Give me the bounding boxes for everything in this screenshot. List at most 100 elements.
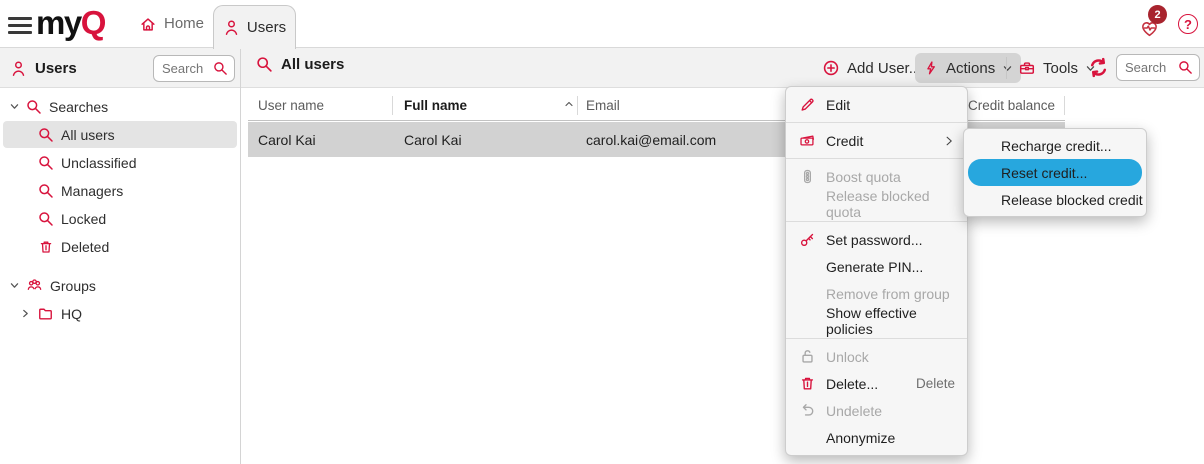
column-separator <box>392 96 393 115</box>
sidebar-item-hq[interactable]: HQ <box>0 300 240 327</box>
menu-item-label: Release blocked quota <box>826 188 955 220</box>
search-icon[interactable] <box>1178 60 1193 75</box>
quota-icon <box>799 168 816 185</box>
page-title: All users <box>281 56 344 73</box>
search-icon[interactable] <box>213 61 228 76</box>
logo-text-my: my <box>36 4 81 41</box>
menu-item-set-password[interactable]: Set password... <box>786 226 967 253</box>
sidebar-item-deleted[interactable]: Deleted <box>0 233 240 260</box>
cell-user-name: Carol Kai <box>258 122 316 157</box>
cash-icon <box>799 132 816 149</box>
menu-item-label: Unlock <box>826 349 955 365</box>
search-icon <box>38 183 54 199</box>
folder-icon <box>37 305 54 322</box>
search-icon <box>38 211 54 227</box>
myq-logo[interactable]: myQ <box>36 4 105 42</box>
menu-item-label: Remove from group <box>826 286 955 302</box>
submenu-item-label: Reset credit... <box>1001 165 1087 181</box>
menu-item-label: Undelete <box>826 403 955 419</box>
menu-item-label: Set password... <box>826 232 955 248</box>
menu-item-generate-pin[interactable]: Generate PIN... <box>786 253 967 280</box>
user-icon <box>223 19 240 36</box>
toolbox-icon <box>1018 59 1036 77</box>
refresh-icon[interactable] <box>1088 57 1109 78</box>
menu-item-release-blocked-quota: Release blocked quota <box>786 190 967 217</box>
sidebar-section-groups[interactable]: Groups <box>0 272 240 299</box>
sidebar-section-searches[interactable]: Searches <box>0 93 240 120</box>
submenu-item-label: Release blocked credit <box>1001 192 1143 208</box>
home-icon <box>139 15 157 33</box>
menu-item-show-effective-policies[interactable]: Show effective policies <box>786 307 967 334</box>
actions-context-menu: Edit Credit Boost quota Release blocked … <box>785 86 968 456</box>
column-separator <box>1064 96 1065 115</box>
cell-full-name: Carol Kai <box>404 122 462 157</box>
key-icon <box>799 231 816 248</box>
trash-icon <box>799 375 816 392</box>
sort-ascending-icon <box>563 98 575 110</box>
menu-separator <box>786 122 967 123</box>
column-header-credit-balance[interactable]: Credit balance <box>968 90 1055 121</box>
submenu-item-reset-credit[interactable]: Reset credit... <box>968 159 1142 186</box>
menu-item-label: Anonymize <box>826 430 955 446</box>
menu-item-label: Generate PIN... <box>826 259 955 275</box>
tab-users-label: Users <box>247 19 286 36</box>
sidebar-section-label: Searches <box>49 99 108 115</box>
search-icon <box>26 99 42 115</box>
menu-item-credit[interactable]: Credit <box>786 127 967 154</box>
menu-separator <box>786 338 967 339</box>
column-header-full-name[interactable]: Full name <box>404 90 467 121</box>
sidebar-item-label: HQ <box>61 306 82 322</box>
sidebar-title: Users <box>35 60 77 77</box>
sidebar-item-locked[interactable]: Locked <box>0 205 240 232</box>
sidebar-search <box>153 55 235 82</box>
help-icon[interactable]: ? <box>1178 14 1198 34</box>
hamburger-menu-icon[interactable] <box>8 13 32 35</box>
menu-item-remove-from-group: Remove from group <box>786 280 967 307</box>
tools-label: Tools <box>1043 60 1078 77</box>
top-bar: myQ Home Users 2 ? <box>0 0 1204 48</box>
trash-icon <box>38 239 54 255</box>
menu-item-anonymize[interactable]: Anonymize <box>786 424 967 451</box>
sidebar-item-label: Locked <box>61 211 106 227</box>
chevron-down-icon[interactable] <box>9 280 20 291</box>
group-icon <box>26 277 43 294</box>
tab-users[interactable]: Users <box>213 5 296 49</box>
menu-item-label: Boost quota <box>826 169 955 185</box>
menu-item-delete[interactable]: Delete... Delete <box>786 370 967 397</box>
sidebar-item-managers[interactable]: Managers <box>0 177 240 204</box>
submenu-item-release-blocked-credit[interactable]: Release blocked credit <box>964 186 1146 213</box>
cell-email: carol.kai@email.com <box>586 122 716 157</box>
menu-item-shortcut: Delete <box>916 376 955 391</box>
sidebar-item-unclassified[interactable]: Unclassified <box>0 149 240 176</box>
credit-submenu: Recharge credit... Reset credit... Relea… <box>963 128 1147 217</box>
chevron-right-icon[interactable] <box>20 308 31 319</box>
menu-item-boost-quota: Boost quota <box>786 163 967 190</box>
column-header-user-name[interactable]: User name <box>258 90 324 121</box>
list-search-input[interactable] <box>1117 60 1178 75</box>
menu-item-label: Delete... <box>826 376 916 392</box>
sidebar-item-label: Managers <box>61 183 123 199</box>
list-search <box>1116 54 1200 81</box>
column-header-email[interactable]: Email <box>586 90 620 121</box>
search-icon <box>38 155 54 171</box>
sidebar-item-all-users[interactable]: All users <box>0 121 240 148</box>
sidebar-section-label: Groups <box>50 278 96 294</box>
submenu-item-recharge-credit[interactable]: Recharge credit... <box>964 132 1146 159</box>
sidebar-item-label: Deleted <box>61 239 109 255</box>
menu-item-edit[interactable]: Edit <box>786 91 967 118</box>
chevron-right-icon <box>943 135 955 147</box>
actions-label: Actions <box>946 60 995 77</box>
sidebar-search-input[interactable] <box>154 61 213 76</box>
tab-home[interactable]: Home <box>133 0 210 47</box>
page-title-wrap: All users <box>256 56 344 73</box>
search-icon <box>256 56 273 73</box>
menu-separator <box>786 221 967 222</box>
search-icon <box>38 127 54 143</box>
menu-separator <box>786 158 967 159</box>
logo-text-q: Q <box>81 4 105 41</box>
add-user-button[interactable]: Add User... <box>814 53 929 83</box>
system-health-button[interactable]: 2 <box>1140 9 1166 39</box>
toolbar-separator <box>1006 57 1007 79</box>
pencil-icon <box>799 96 816 113</box>
chevron-down-icon[interactable] <box>9 101 20 112</box>
